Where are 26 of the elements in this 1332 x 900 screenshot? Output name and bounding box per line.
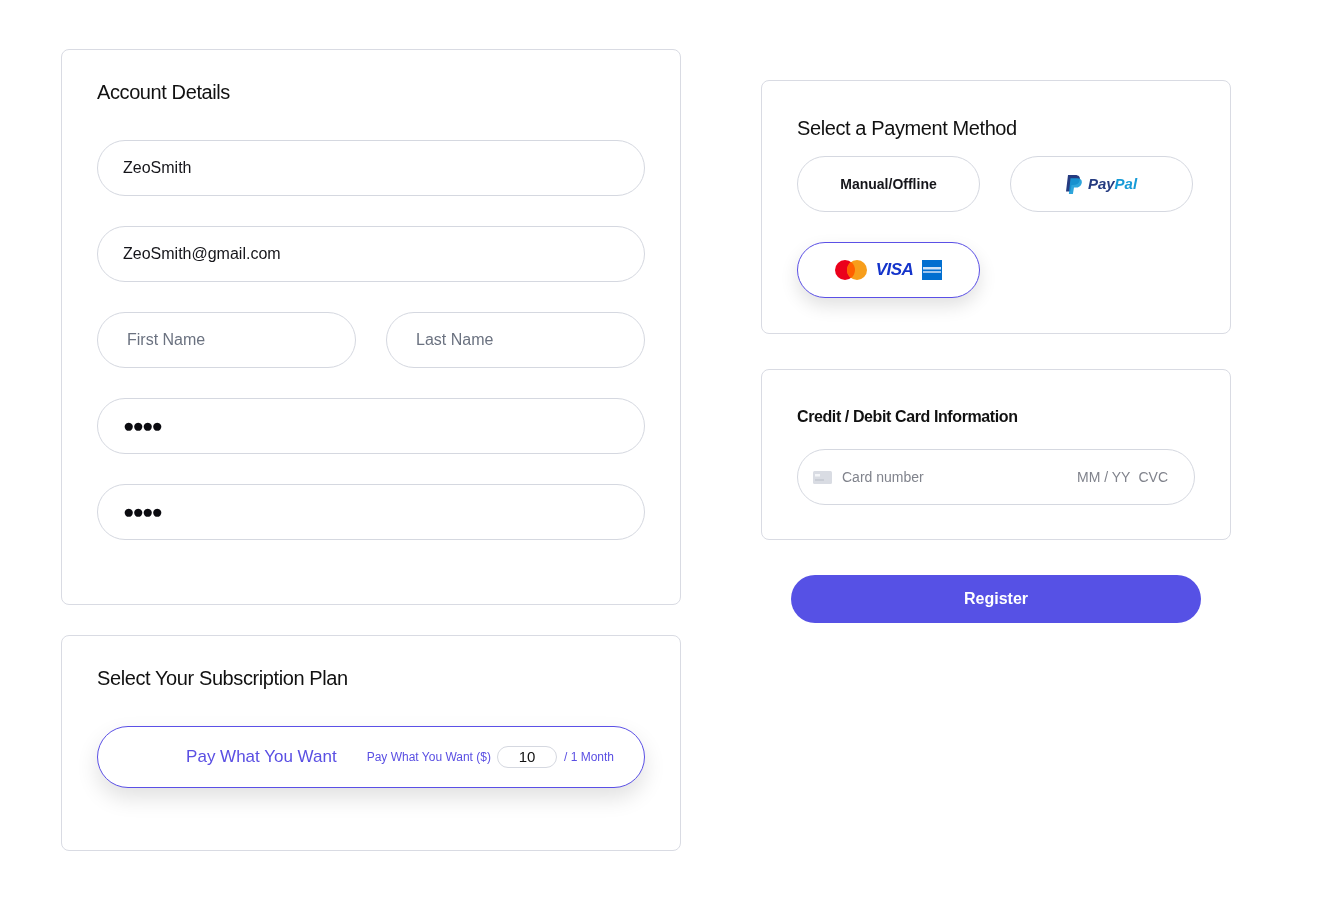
- plan-name: Pay What You Want: [186, 746, 337, 769]
- section-title: Select a Payment Method: [797, 116, 1018, 140]
- section-title: Credit / Debit Card Information: [797, 407, 1019, 427]
- username-field[interactable]: ZeoSmith: [97, 140, 645, 196]
- manual-offline-option[interactable]: Manual/Offline: [797, 156, 980, 212]
- expiry-field[interactable]: MM / YY: [1077, 466, 1131, 488]
- amex-card-icon: [922, 260, 943, 280]
- email-field[interactable]: ZeoSmith@gmail.com: [97, 226, 645, 282]
- credit-card-icon: [813, 470, 832, 484]
- last-name-field[interactable]: Last Name: [386, 312, 645, 368]
- paypal-icon: [1065, 174, 1082, 194]
- plan-option[interactable]: Pay What You Want Pay What You Want ($) 10 / 1 Month: [97, 726, 645, 788]
- paypal-option[interactable]: PayPal: [1010, 156, 1193, 212]
- password-field[interactable]: ●●●●: [97, 398, 645, 454]
- register-button[interactable]: Register: [791, 575, 1201, 623]
- section-title: Account Details: [97, 80, 231, 104]
- card-payment-option[interactable]: VISA: [797, 242, 980, 298]
- card-number-field[interactable]: Card number: [842, 466, 924, 488]
- amount-label: Pay What You Want ($): [366, 749, 491, 766]
- confirm-password-field[interactable]: ●●●●: [97, 484, 645, 540]
- card-details-field[interactable]: Card number MM / YY CVC: [797, 449, 1195, 505]
- cvc-field[interactable]: CVC: [1138, 466, 1168, 488]
- billing-period: / 1 Month: [563, 749, 614, 766]
- section-title: Select Your Subscription Plan: [97, 666, 349, 690]
- first-name-field[interactable]: First Name: [97, 312, 356, 368]
- mastercard-icon: [834, 260, 867, 280]
